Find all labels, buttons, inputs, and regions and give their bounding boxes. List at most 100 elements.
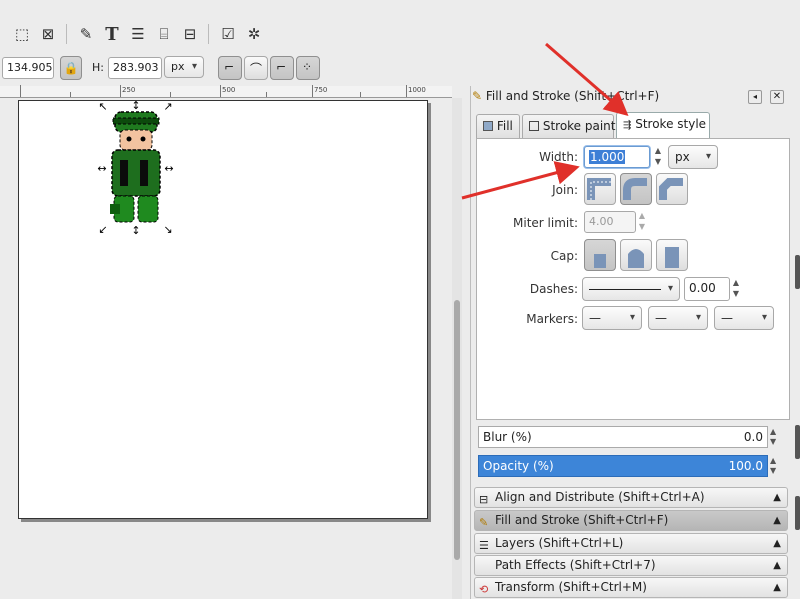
spin-down-icon: ▼ [638,222,646,231]
scale-handle-icon[interactable]: ↖ [97,101,109,113]
iconify-button[interactable]: ◂ [748,90,762,104]
dock-item-layers[interactable]: ☰ Layers (Shift+Ctrl+L) ▲ [474,533,788,554]
chevron-up-icon: ▲ [773,538,781,549]
document-properties-icon[interactable]: ☑ [218,24,238,44]
dock-item-fill-stroke[interactable]: ✎ Fill and Stroke (Shift+Ctrl+F) ▲ [474,510,788,531]
start-marker-select[interactable]: — ▾ [582,306,642,330]
preferences-icon[interactable]: ✲ [244,24,264,44]
spin-down-icon: ▼ [732,289,740,298]
end-marker-select[interactable]: — ▾ [714,306,774,330]
scale-handle-icon[interactable]: ↕ [130,225,142,237]
opacity-slider[interactable]: Opacity (%) 100.0 [478,455,768,477]
spin-up-icon: ▲ [654,146,662,155]
markers-label: Markers: [526,312,578,326]
miter-join-button[interactable] [584,173,616,205]
toolbar-separator [208,24,209,44]
dock-item-align[interactable]: ⊟ Align and Distribute (Shift+Ctrl+A) ▲ [474,487,788,508]
scale-handle-icon[interactable]: ↔ [163,163,175,175]
dock-resize-handle[interactable] [795,255,800,289]
dashes-label: Dashes: [529,282,578,296]
page-area[interactable] [18,100,428,519]
align-icon[interactable]: ⊟ [180,24,200,44]
tab-stroke-style[interactable]: ⇶ Stroke style [616,112,710,139]
round-cap-button[interactable] [620,239,652,271]
panel-title-text: Fill and Stroke (Shift+Ctrl+F) [485,89,660,103]
butt-cap-button[interactable] [584,239,616,271]
spin-down-icon: ▼ [654,157,662,166]
dash-offset-input[interactable]: 0.00 [684,277,730,301]
solid-line-icon [589,289,661,290]
scale-handle-icon[interactable]: ↙ [97,224,109,236]
transform-patterns-button[interactable]: ⁘ [296,56,320,80]
toolbar-separator [66,24,67,44]
opacity-label: Opacity (%) [483,459,554,473]
ruler-label: 1000 [408,86,426,94]
bevel-join-button[interactable] [656,173,688,205]
dock-resize-handle[interactable] [795,425,800,459]
xml-editor-icon[interactable]: ✎ [76,24,96,44]
width-unit-select[interactable]: px ▾ [668,145,718,169]
close-button[interactable]: ✕ [770,90,784,104]
chevron-up-icon: ▲ [773,560,781,571]
width-field[interactable]: 134.905 [2,57,54,79]
lock-icon[interactable]: 🔒 [60,56,82,80]
height-field[interactable]: 283.903 [108,57,162,79]
spin-down-icon: ▼ [770,466,777,475]
blur-spinner[interactable]: ▲ ▼ [770,427,776,447]
round-cap-icon [628,249,644,268]
scale-stroke-icon: ⌐ [224,60,235,74]
width-spinner[interactable]: ▲ ▼ [652,145,664,169]
spin-down-icon: ▼ [770,437,777,446]
scale-handle-icon[interactable]: ↔ [96,163,108,175]
round-join-button[interactable] [620,173,652,205]
scale-stroke-button[interactable]: ⌐ [218,56,242,80]
transform-gradients-icon: ⌐ [276,60,287,74]
close-icon: ✕ [772,91,782,102]
transform-gradients-button[interactable]: ⌐ [270,56,294,80]
tab-label: Stroke style [635,117,707,131]
align-icon: ⊟ [479,493,489,506]
dock-item-label: Path Effects (Shift+Ctrl+7) [495,558,656,572]
layers-icon[interactable]: ☰ [128,24,148,44]
chevron-down-icon: ▾ [667,283,673,294]
dock-item-transform[interactable]: ⟲ Transform (Shift+Ctrl+M) ▲ [474,577,788,598]
scale-corners-button[interactable]: ⌒ [244,56,268,80]
blur-slider[interactable]: Blur (%) 0.0 [478,426,768,448]
blur-value: 0.0 [743,430,763,444]
tab-fill[interactable]: Fill [476,114,520,138]
opacity-value: 100.0 [728,459,763,473]
butt-cap-icon [594,254,606,268]
dash-offset-spinner[interactable]: ▲ ▼ [730,277,742,301]
canvas-scrollbar-thumb[interactable] [454,300,460,560]
horizontal-ruler: 250 500 750 1000 [0,85,452,98]
mid-marker-select[interactable]: — ▾ [648,306,708,330]
dock-item-label: Transform (Shift+Ctrl+M) [495,580,647,594]
stroke-width-input[interactable]: 1.000 [584,146,650,168]
dash-pattern-select[interactable]: ▾ [582,277,680,301]
round-join-icon [623,178,647,200]
chevron-down-icon: ▾ [761,312,767,323]
fill-tab-icon [483,121,493,131]
unit-select[interactable]: px ▾ [164,56,204,78]
dock-item-path-effects[interactable]: Path Effects (Shift+Ctrl+7) ▲ [474,555,788,576]
square-cap-icon [665,247,679,268]
tab-label: Fill [496,119,513,133]
text-tool-icon[interactable]: T [102,24,122,45]
spin-up-icon: ▲ [770,427,777,436]
scale-handle-icon[interactable]: ↗ [162,101,174,113]
zoom-drawing-icon[interactable]: ⊠ [38,24,58,44]
square-cap-button[interactable] [656,239,688,271]
commands-toolbar: ⬚ ⊠ ✎ T ☰ ⌸ ⊟ ☑ ✲ [0,18,800,50]
iconify-icon: ◂ [752,92,757,101]
miter-limit-input[interactable]: 4.00 [584,211,636,233]
tab-stroke-paint[interactable]: Stroke paint [522,114,616,138]
zoom-selection-icon[interactable]: ⬚ [12,24,32,44]
dock-resize-handle[interactable] [795,496,800,530]
scale-handle-icon[interactable]: ↘ [162,224,174,236]
scale-handle-icon[interactable]: ↕ [130,100,142,112]
ruler-label: 750 [314,86,328,94]
opacity-spinner[interactable]: ▲ ▼ [770,456,776,476]
chevron-up-icon: ▲ [773,515,781,526]
xml-icon[interactable]: ⌸ [154,24,174,44]
miter-spinner[interactable]: ▲ ▼ [636,210,648,234]
